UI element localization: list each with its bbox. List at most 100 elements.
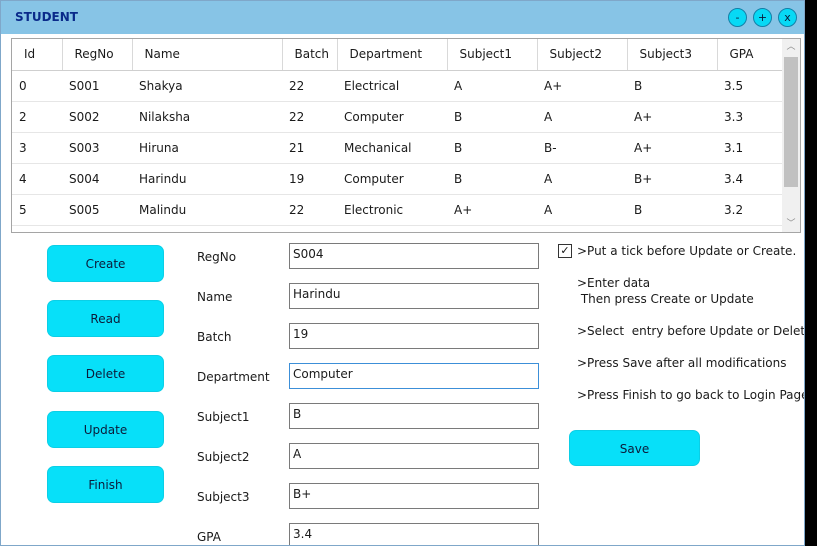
cell-id[interactable]: 2 — [12, 101, 62, 133]
cell-regno[interactable]: S004 — [62, 163, 132, 195]
student-window: STUDENT - + x Id RegNo Name Batch Depart… — [0, 0, 805, 546]
cell-name[interactable]: Malindu — [132, 194, 282, 226]
student-table: Id RegNo Name Batch Department Subject1 … — [12, 39, 783, 226]
scroll-up-icon[interactable]: ︿ — [782, 39, 800, 55]
cell-subject3[interactable]: A+ — [627, 101, 717, 133]
cell-batch[interactable]: 19 — [282, 163, 337, 195]
cell-gpa[interactable]: 3.3 — [717, 101, 782, 133]
delete-button[interactable]: Delete — [47, 355, 164, 392]
cell-batch[interactable]: 21 — [282, 132, 337, 164]
cell-subject2[interactable]: B- — [537, 132, 627, 164]
cell-subject2[interactable]: A — [537, 101, 627, 133]
window-title: STUDENT — [15, 10, 78, 24]
instruction-enter-data: >Enter data Then press Create or Update — [577, 276, 754, 306]
instruction-select: >Select entry before Update or Delete — [577, 324, 805, 338]
gpa-label: GPA — [197, 530, 221, 544]
column-header-gpa[interactable]: GPA — [717, 39, 783, 71]
subject1-label: Subject1 — [197, 410, 250, 424]
table-row[interactable]: 0 S001 Shakya 22 Electrical A A+ B 3.5 — [12, 70, 782, 102]
cell-department[interactable]: Computer — [337, 101, 447, 133]
cell-subject2[interactable]: A — [537, 163, 627, 195]
read-button[interactable]: Read — [47, 300, 164, 337]
cell-gpa[interactable]: 3.2 — [717, 194, 782, 226]
instruction-tick: >Put a tick before Update or Create. — [577, 244, 797, 258]
cell-subject1[interactable]: B — [447, 101, 537, 133]
cell-regno[interactable]: S001 — [62, 70, 132, 102]
cell-name[interactable]: Hiruna — [132, 132, 282, 164]
subject1-field[interactable]: B — [289, 403, 539, 429]
cell-batch[interactable]: 22 — [282, 70, 337, 102]
gpa-field[interactable]: 3.4 — [289, 523, 539, 545]
cell-regno[interactable]: S002 — [62, 101, 132, 133]
instruction-save: >Press Save after all modifications — [577, 356, 787, 370]
cell-subject1[interactable]: A+ — [447, 194, 537, 226]
title-bar[interactable]: STUDENT - + x — [1, 1, 804, 34]
cell-department[interactable]: Mechanical — [337, 132, 447, 164]
cell-subject3[interactable]: B — [627, 194, 717, 226]
column-header-department[interactable]: Department — [337, 39, 448, 71]
table-row[interactable]: 5 S005 Malindu 22 Electronic A+ A B 3.2 — [12, 194, 782, 226]
create-button[interactable]: Create — [47, 245, 164, 282]
cell-department[interactable]: Electrical — [337, 70, 447, 102]
column-header-subject2[interactable]: Subject2 — [537, 39, 628, 71]
cell-id[interactable]: 4 — [12, 163, 62, 195]
regno-field[interactable]: S004 — [289, 243, 539, 269]
cell-name[interactable]: Nilaksha — [132, 101, 282, 133]
cell-id[interactable]: 5 — [12, 194, 62, 226]
minimize-button[interactable]: - — [728, 8, 747, 27]
cell-gpa[interactable]: 3.4 — [717, 163, 782, 195]
name-label: Name — [197, 290, 233, 304]
cell-id[interactable]: 0 — [12, 70, 62, 102]
batch-field[interactable]: 19 — [289, 323, 539, 349]
cell-subject2[interactable]: A — [537, 194, 627, 226]
maximize-button[interactable]: + — [753, 8, 772, 27]
column-header-subject3[interactable]: Subject3 — [627, 39, 718, 71]
department-field[interactable]: Computer — [289, 363, 539, 389]
department-label: Department — [197, 370, 270, 384]
cell-subject2[interactable]: A+ — [537, 70, 627, 102]
table-row[interactable]: 3 S003 Hiruna 21 Mechanical B B- A+ 3.1 — [12, 132, 782, 164]
column-header-subject1[interactable]: Subject1 — [447, 39, 538, 71]
instruction-finish: >Press Finish to go back to Login Page — [577, 388, 805, 402]
cell-regno[interactable]: S005 — [62, 194, 132, 226]
regno-label: RegNo — [197, 250, 237, 264]
batch-label: Batch — [197, 330, 232, 344]
student-grid[interactable]: Id RegNo Name Batch Department Subject1 … — [11, 38, 801, 233]
subject2-field[interactable]: A — [289, 443, 539, 469]
cell-subject1[interactable]: B — [447, 163, 537, 195]
column-header-batch[interactable]: Batch — [282, 39, 338, 71]
cell-batch[interactable]: 22 — [282, 101, 337, 133]
column-header-id[interactable]: Id — [12, 39, 63, 71]
header-row: Id RegNo Name Batch Department Subject1 … — [12, 39, 783, 71]
column-header-regno[interactable]: RegNo — [62, 39, 133, 71]
cell-regno[interactable]: S003 — [62, 132, 132, 164]
grid-vertical-scrollbar[interactable]: ︿ ﹀ — [782, 39, 800, 232]
cell-subject1[interactable]: A — [447, 70, 537, 102]
finish-button[interactable]: Finish — [47, 466, 164, 503]
cell-subject3[interactable]: B+ — [627, 163, 717, 195]
cell-department[interactable]: Electronic — [337, 194, 447, 226]
cell-gpa[interactable]: 3.1 — [717, 132, 782, 164]
save-button[interactable]: Save — [569, 430, 700, 466]
table-row[interactable]: 4 S004 Harindu 19 Computer B A B+ 3.4 — [12, 163, 782, 195]
update-button[interactable]: Update — [47, 411, 164, 448]
scrollbar-thumb[interactable] — [784, 57, 798, 187]
cell-name[interactable]: Shakya — [132, 70, 282, 102]
subject3-label: Subject3 — [197, 490, 250, 504]
cell-batch[interactable]: 22 — [282, 194, 337, 226]
close-button[interactable]: x — [778, 8, 797, 27]
subject2-label: Subject2 — [197, 450, 250, 464]
name-field[interactable]: Harindu — [289, 283, 539, 309]
cell-gpa[interactable]: 3.5 — [717, 70, 782, 102]
cell-name[interactable]: Harindu — [132, 163, 282, 195]
cell-id[interactable]: 3 — [12, 132, 62, 164]
cell-subject3[interactable]: B — [627, 70, 717, 102]
update-create-checkbox[interactable]: ✓ — [558, 244, 572, 258]
cell-subject1[interactable]: B — [447, 132, 537, 164]
scroll-down-icon[interactable]: ﹀ — [782, 216, 800, 232]
subject3-field[interactable]: B+ — [289, 483, 539, 509]
column-header-name[interactable]: Name — [132, 39, 283, 71]
cell-department[interactable]: Computer — [337, 163, 447, 195]
cell-subject3[interactable]: A+ — [627, 132, 717, 164]
table-row[interactable]: 2 S002 Nilaksha 22 Computer B A A+ 3.3 — [12, 101, 782, 133]
